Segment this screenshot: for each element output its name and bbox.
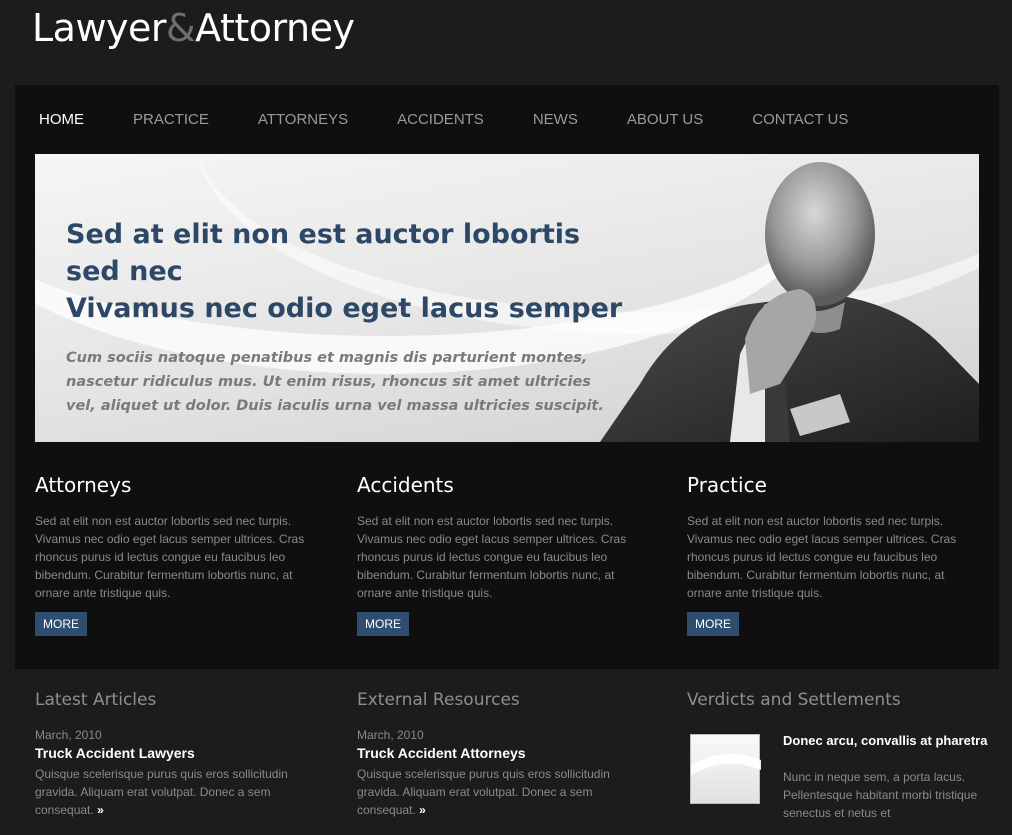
logo-ampersand: & [166,6,196,50]
verdict-title-link[interactable]: Donec arcu, convallis at pharetra [783,732,993,750]
article-excerpt: Quisque scelerisque purus quis eros soll… [35,765,295,819]
thumbnail-swoosh [691,753,761,775]
nav-home[interactable]: HOME [39,111,84,131]
column-title: Attorneys [35,473,132,497]
article-date: March, 2010 [357,728,424,742]
article-title-link[interactable]: Truck Accident Lawyers [35,745,335,761]
read-more-arrow-icon[interactable]: » [97,803,104,817]
nav-practice[interactable]: PRACTICE [133,111,209,131]
nav-news[interactable]: NEWS [533,111,578,131]
logo-text-lawyer: Lawyer [32,6,167,50]
latest-articles-section: Latest Articles March, 2010 Truck Accide… [35,690,335,819]
nav-about-us[interactable]: ABOUT US [627,111,703,131]
column-title: Accidents [357,473,454,497]
attorney-photo [600,162,979,442]
verdict-thumbnail[interactable] [690,734,761,804]
read-more-arrow-icon[interactable]: » [419,803,426,817]
external-resources-section: External Resources March, 2010 Truck Acc… [357,690,657,819]
column-practice: Practice Sed at elit non est auctor lobo… [687,473,967,636]
article-excerpt-text: Quisque scelerisque purus quis eros soll… [357,767,610,817]
section-heading: External Resources [357,690,520,710]
more-button[interactable]: MORE [687,612,739,636]
column-text: Sed at elit non est auctor lobortis sed … [357,514,627,600]
more-button[interactable]: MORE [35,612,87,636]
hero-banner: Sed at elit non est auctor lobortis sed … [35,154,979,442]
verdict-excerpt: Nunc in neque sem, a porta lacus. Pellen… [783,770,978,820]
section-heading: Latest Articles [35,690,157,710]
column-text: Sed at elit non est auctor lobortis sed … [35,514,305,600]
column-accidents: Accidents Sed at elit non est auctor lob… [357,473,637,636]
article-date: March, 2010 [35,728,102,742]
site-logo[interactable]: Lawyer&Attorney [32,6,355,50]
article-excerpt: Quisque scelerisque purus quis eros soll… [357,765,617,819]
article-title-link[interactable]: Truck Accident Attorneys [357,745,657,761]
column-text: Sed at elit non est auctor lobortis sed … [687,514,957,600]
more-button[interactable]: MORE [357,612,409,636]
logo-text-attorney: Attorney [195,6,355,50]
section-heading: Verdicts and Settlements [687,690,901,710]
article-excerpt-text: Quisque scelerisque purus quis eros soll… [35,767,288,817]
hero-title-line2: Vivamus nec odio eget lacus semper [66,293,623,324]
main-nav: HOME PRACTICE ATTORNEYS ACCIDENTS NEWS A… [39,111,897,131]
nav-accidents[interactable]: ACCIDENTS [397,111,484,131]
nav-attorneys[interactable]: ATTORNEYS [258,111,348,131]
column-attorneys: Attorneys Sed at elit non est auctor lob… [35,473,315,636]
main-content-box: HOME PRACTICE ATTORNEYS ACCIDENTS NEWS A… [15,85,999,669]
hero-title: Sed at elit non est auctor lobortis sed … [66,216,626,327]
nav-contact-us[interactable]: CONTACT US [752,111,848,131]
hero-title-line1: Sed at elit non est auctor lobortis sed … [66,219,581,287]
column-title: Practice [687,473,767,497]
verdicts-section: Verdicts and Settlements Donec arcu, con… [687,690,987,835]
hero-text: Cum sociis natoque penatibus et magnis d… [66,350,604,414]
